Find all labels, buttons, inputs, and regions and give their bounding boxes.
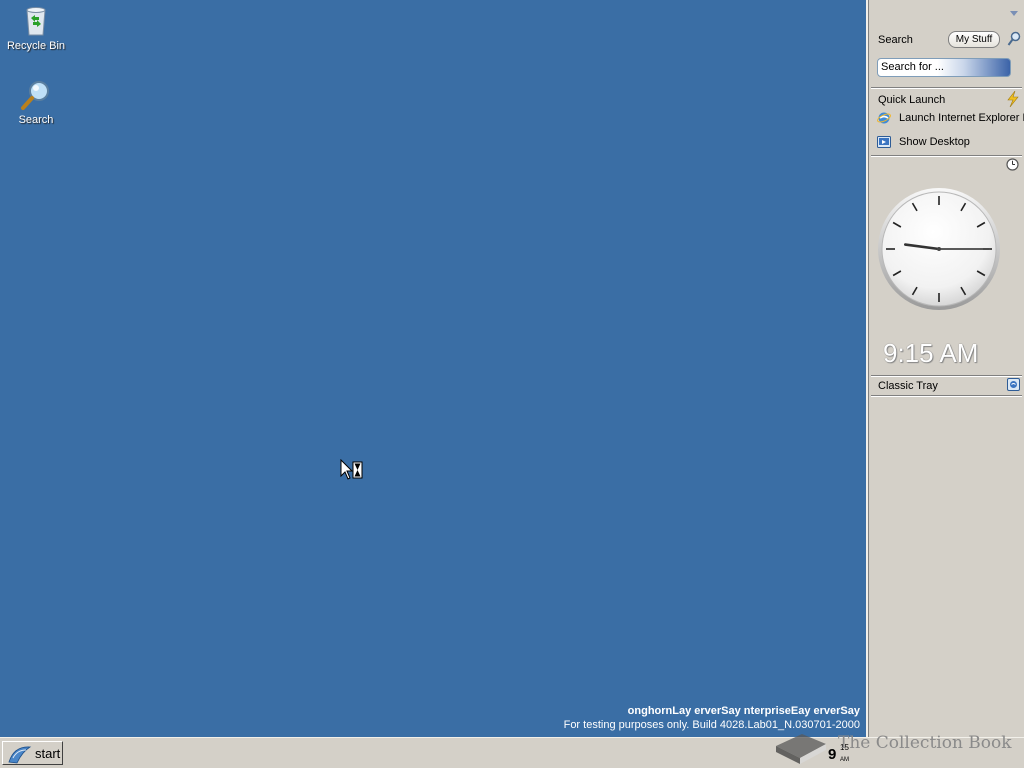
busy-cursor-icon — [340, 459, 363, 480]
quick-launch-item-label: Launch Internet Explorer Browser — [899, 112, 1024, 124]
sidebar: Search My Stuff Search for ... Quick Lau… — [866, 0, 1024, 737]
quick-launch-item-label: Show Desktop — [899, 136, 970, 148]
search-input[interactable]: Search for ... — [877, 58, 1011, 77]
start-button-label: start — [35, 746, 61, 761]
desktop[interactable]: Recycle Bin Search onghornLay erverSay n… — [0, 0, 866, 737]
sidebar-divider — [871, 375, 1022, 377]
search-shortcut-label: Search — [18, 114, 54, 126]
classic-tray-title: Classic Tray — [878, 380, 938, 392]
collection-book-watermark: The Collection Book — [772, 722, 1024, 768]
quick-launch-item-show-desktop[interactable]: Show Desktop — [877, 135, 1024, 153]
digital-clock-time: 9:15 AM — [883, 338, 979, 368]
sidebar-divider — [871, 155, 1022, 157]
my-stuff-button[interactable]: My Stuff — [948, 31, 1000, 48]
classic-tray-icon[interactable] — [1007, 378, 1020, 391]
start-button[interactable]: start — [2, 741, 63, 765]
search-go-icon[interactable] — [1007, 31, 1021, 47]
lightning-bolt-icon[interactable] — [1006, 91, 1020, 107]
quick-launch-title: Quick Launch — [878, 94, 946, 106]
internet-explorer-icon — [877, 112, 891, 124]
analog-clock — [878, 188, 1000, 310]
show-desktop-icon — [877, 136, 891, 148]
sidebar-collapse-icon[interactable] — [1010, 11, 1018, 16]
search-magnifier-icon — [21, 81, 49, 110]
search-shortcut[interactable]: Search — [0, 78, 72, 126]
book-icon — [776, 734, 826, 764]
recycle-bin-icon — [26, 7, 46, 36]
recycle-bin-label: Recycle Bin — [6, 40, 66, 52]
clock-icon[interactable] — [1006, 158, 1019, 171]
build-watermark-title: onghornLay erverSay nterpriseEay erverSa… — [627, 705, 860, 717]
collection-book-text: The Collection Book — [838, 733, 1012, 753]
sidebar-divider — [871, 395, 1022, 397]
quick-launch-item-internet-explorer[interactable]: Launch Internet Explorer Browser — [877, 111, 1024, 129]
recycle-bin-shortcut[interactable]: Recycle Bin — [0, 4, 72, 52]
sidebar-divider — [871, 87, 1022, 89]
windows-flag-icon — [8, 746, 32, 764]
search-tile-title: Search — [878, 34, 913, 46]
